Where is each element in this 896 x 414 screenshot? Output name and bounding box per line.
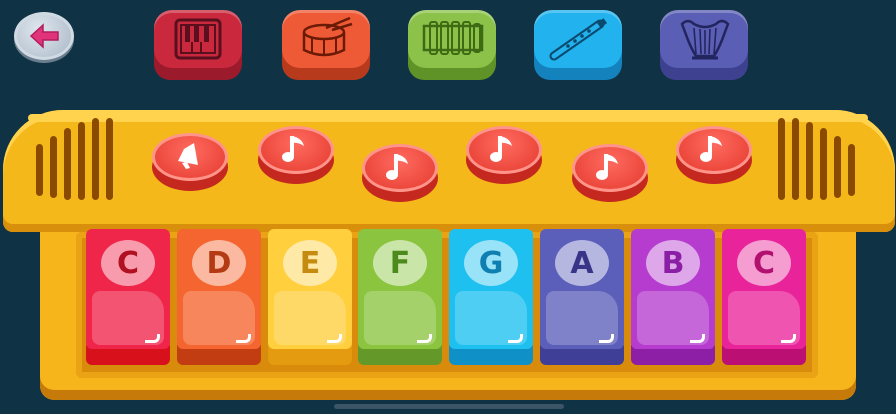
flute-button[interactable]: [534, 10, 622, 80]
drum-button[interactable]: [282, 10, 370, 80]
key-shine: [145, 334, 160, 343]
note-button-5[interactable]: [676, 126, 752, 184]
key-face: C: [86, 229, 170, 349]
key-f[interactable]: F: [358, 229, 442, 365]
speaker-icon: [178, 143, 198, 169]
harp-icon: [680, 19, 730, 60]
music-note-icon: [490, 136, 512, 162]
flute-icon: [549, 18, 607, 61]
key-face: D: [177, 229, 261, 349]
back-arrow-icon: [29, 23, 59, 49]
key-note-label: B: [646, 240, 700, 286]
key-c-high[interactable]: C: [722, 229, 806, 365]
key-note-label: D: [192, 240, 246, 286]
note-button-4[interactable]: [572, 144, 648, 202]
key-note-label: G: [464, 240, 518, 286]
xylophone-icon: [422, 21, 484, 55]
music-note-icon: [386, 154, 408, 180]
key-note-label: C: [737, 240, 791, 286]
xylophone-button[interactable]: [408, 10, 496, 80]
key-b[interactable]: B: [631, 229, 715, 365]
key-shine: [508, 334, 523, 343]
piano-icon: [174, 18, 222, 60]
speaker-button[interactable]: [152, 133, 228, 191]
back-button[interactable]: [14, 12, 74, 60]
key-c-low[interactable]: C: [86, 229, 170, 365]
key-note-label: A: [555, 240, 609, 286]
key-shine: [599, 334, 614, 343]
key-shine: [236, 334, 251, 343]
key-d[interactable]: D: [177, 229, 261, 365]
key-shine: [327, 334, 342, 343]
key-note-label: F: [373, 240, 427, 286]
key-face: A: [540, 229, 624, 349]
note-button-3[interactable]: [466, 126, 542, 184]
key-face: C: [722, 229, 806, 349]
drum-icon: [302, 16, 353, 57]
music-note-icon: [700, 136, 722, 162]
music-note-icon: [282, 136, 304, 162]
harp-button[interactable]: [660, 10, 748, 80]
key-note-label: C: [101, 240, 155, 286]
piano-button[interactable]: [154, 10, 242, 80]
key-face: F: [358, 229, 442, 349]
xylophone-top-panel: [3, 110, 895, 232]
key-shine: [690, 334, 705, 343]
note-button-1[interactable]: [258, 126, 334, 184]
top-panel-rim: [28, 114, 868, 122]
key-a[interactable]: A: [540, 229, 624, 365]
key-g[interactable]: G: [449, 229, 533, 365]
key-face: G: [449, 229, 533, 349]
home-indicator: [334, 404, 564, 409]
key-note-label: E: [283, 240, 337, 286]
key-face: E: [268, 229, 352, 349]
key-shine: [417, 334, 432, 343]
key-e[interactable]: E: [268, 229, 352, 365]
key-face: B: [631, 229, 715, 349]
music-note-icon: [596, 154, 618, 180]
note-button-2[interactable]: [362, 144, 438, 202]
key-shine: [781, 334, 796, 343]
